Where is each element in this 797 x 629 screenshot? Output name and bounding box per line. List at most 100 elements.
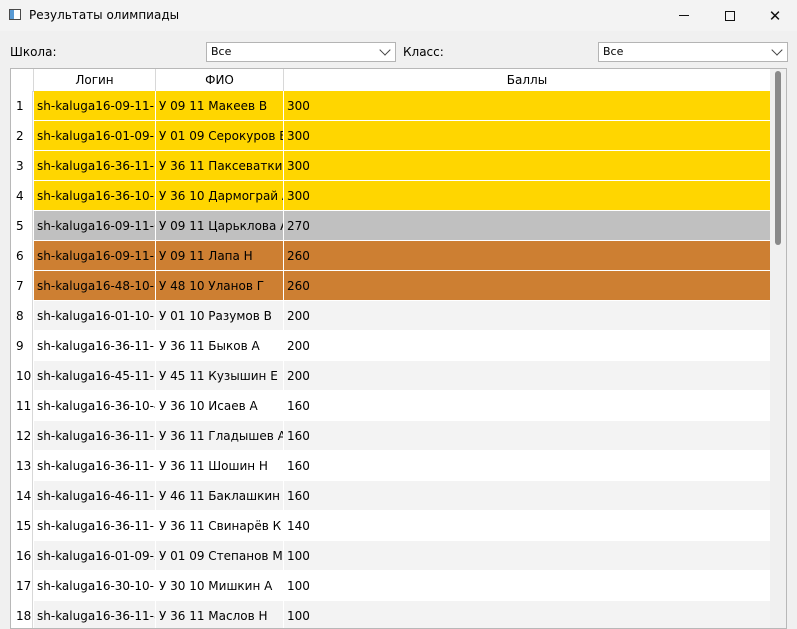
- scrollbar-thumb[interactable]: [775, 71, 781, 245]
- score-cell[interactable]: 160: [284, 451, 771, 481]
- login-cell[interactable]: sh-kaluga16-36-11-12: [34, 451, 156, 481]
- row-number[interactable]: 11: [11, 391, 33, 421]
- fio-cell[interactable]: У 01 10 Разумов В: [156, 301, 284, 331]
- login-cell[interactable]: sh-kaluga16-09-11-1: [34, 91, 156, 121]
- minimize-button[interactable]: [661, 0, 707, 31]
- fio-cell[interactable]: У 09 11 Царьклова А: [156, 211, 284, 241]
- fio-cell[interactable]: У 01 09 Серокуров Е: [156, 121, 284, 151]
- score-cell[interactable]: 100: [284, 571, 771, 601]
- table-row[interactable]: 2 sh-kaluga16-01-09-1 У 01 09 Серокуров Е3…: [11, 121, 771, 151]
- fio-cell[interactable]: У 36 11 Быков А: [156, 331, 284, 361]
- vertical-scrollbar[interactable]: [770, 69, 786, 628]
- score-cell[interactable]: 300: [284, 121, 771, 151]
- table-row[interactable]: 10 sh-kaluga16-45-11-1 У 45 11 Кузышин Е 20…: [11, 361, 771, 391]
- table-row[interactable]: 14 sh-kaluga16-46-11-1 У 46 11 Баклашкин М…: [11, 481, 771, 511]
- score-cell[interactable]: 160: [284, 481, 771, 511]
- table-row[interactable]: 15sh-kaluga16-36-11-11У 36 11 Свинарёв К…: [11, 511, 771, 541]
- close-button[interactable]: ✕: [752, 0, 797, 31]
- column-header-score[interactable]: Баллы: [284, 69, 771, 91]
- score-cell[interactable]: 200: [284, 331, 771, 361]
- maximize-button[interactable]: [707, 0, 753, 31]
- row-number[interactable]: 16: [11, 541, 33, 571]
- row-number[interactable]: 4: [11, 181, 33, 211]
- table-row[interactable]: 12 sh-kaluga16-36-11-3 У 36 11 Гладышев А1…: [11, 421, 771, 451]
- fio-cell[interactable]: У 36 11 Маслов Н: [156, 601, 284, 628]
- fio-cell[interactable]: У 48 10 Уланов Г: [156, 271, 284, 301]
- fio-cell[interactable]: У 36 11 Паксеваткин А: [156, 151, 284, 181]
- row-number[interactable]: 14: [11, 481, 33, 511]
- table-row[interactable]: 6 sh-kaluga16-09-11-2 У 09 11 Лапа Н 260: [11, 241, 771, 271]
- score-cell[interactable]: 270: [284, 211, 771, 241]
- row-number[interactable]: 7: [11, 271, 33, 301]
- table-row[interactable]: 17 sh-kaluga16-30-10-1 У 30 10 Мишкин А 100: [11, 571, 771, 601]
- score-cell[interactable]: 300: [284, 151, 771, 181]
- row-number[interactable]: 5: [11, 211, 33, 241]
- row-number[interactable]: 8: [11, 301, 33, 331]
- score-cell[interactable]: 300: [284, 91, 771, 121]
- login-cell[interactable]: sh-kaluga16-36-11-3: [34, 421, 156, 451]
- score-cell[interactable]: 100: [284, 541, 771, 571]
- row-number[interactable]: 13: [11, 451, 33, 481]
- fio-cell[interactable]: У 36 10 Исаев А: [156, 391, 284, 421]
- login-cell[interactable]: sh-kaluga16-09-11-2: [34, 241, 156, 271]
- login-cell[interactable]: sh-kaluga16-01-09-1: [34, 121, 156, 151]
- fio-cell[interactable]: У 09 11 Лапа Н: [156, 241, 284, 271]
- column-header-login[interactable]: Логин: [34, 69, 156, 91]
- score-cell[interactable]: 100: [284, 601, 771, 628]
- table-row[interactable]: 4 sh-kaluga16-36-10-2 У 36 10 Дармограй А3…: [11, 181, 771, 211]
- score-cell[interactable]: 300: [284, 181, 771, 211]
- score-cell[interactable]: 160: [284, 391, 771, 421]
- login-cell[interactable]: sh-kaluga16-36-10-2: [34, 181, 156, 211]
- corner-cell[interactable]: [11, 69, 34, 91]
- class-select[interactable]: Все: [598, 42, 788, 62]
- fio-cell[interactable]: У 01 09 Степанов М: [156, 541, 284, 571]
- login-cell[interactable]: sh-kaluga16-46-11-1: [34, 481, 156, 511]
- table-row[interactable]: 18 sh-kaluga16-36-11-8 У 36 11 Маслов Н 100: [11, 601, 771, 628]
- row-number[interactable]: 1: [11, 91, 33, 121]
- table-row[interactable]: 7 sh-kaluga16-48-10-1 У 48 10 Уланов Г 260: [11, 271, 771, 301]
- row-number[interactable]: 12: [11, 421, 33, 451]
- row-number[interactable]: 6: [11, 241, 33, 271]
- fio-cell[interactable]: У 30 10 Мишкин А: [156, 571, 284, 601]
- table-row[interactable]: 9 sh-kaluga16-36-11-1 У 36 11 Быков А 200: [11, 331, 771, 361]
- score-cell[interactable]: 200: [284, 301, 771, 331]
- login-cell[interactable]: sh-kaluga16-45-11-1: [34, 361, 156, 391]
- table-row[interactable]: 3sh-kaluga16-36-11-10У 36 11 Паксеваткин…: [11, 151, 771, 181]
- fio-cell[interactable]: У 36 11 Шошин Н: [156, 451, 284, 481]
- table-row[interactable]: 1 sh-kaluga16-09-11-1 У 09 11 Макеев В 300: [11, 91, 771, 121]
- fio-cell[interactable]: У 09 11 Макеев В: [156, 91, 284, 121]
- login-cell[interactable]: sh-kaluga16-48-10-1: [34, 271, 156, 301]
- fio-cell[interactable]: У 36 11 Гладышев А: [156, 421, 284, 451]
- table-row[interactable]: 5 sh-kaluga16-09-11-6 У 09 11 Царьклова А2…: [11, 211, 771, 241]
- fio-cell[interactable]: У 45 11 Кузышин Е: [156, 361, 284, 391]
- score-cell[interactable]: 260: [284, 241, 771, 271]
- login-cell[interactable]: sh-kaluga16-36-11-1: [34, 331, 156, 361]
- row-number[interactable]: 10: [11, 361, 33, 391]
- row-number[interactable]: 3: [11, 151, 33, 181]
- fio-cell[interactable]: У 36 11 Свинарёв К: [156, 511, 284, 541]
- row-number[interactable]: 2: [11, 121, 33, 151]
- login-cell[interactable]: sh-kaluga16-30-10-1: [34, 571, 156, 601]
- table-row[interactable]: 11 sh-kaluga16-36-10-4 У 36 10 Исаев А 160: [11, 391, 771, 421]
- school-select[interactable]: Все: [206, 42, 396, 62]
- table-row[interactable]: 8 sh-kaluga16-01-10-1 У 01 10 Разумов В 200: [11, 301, 771, 331]
- fio-cell[interactable]: У 36 10 Дармограй А: [156, 181, 284, 211]
- row-number[interactable]: 18: [11, 601, 33, 628]
- row-number[interactable]: 15: [11, 511, 33, 541]
- fio-cell[interactable]: У 46 11 Баклашкин М: [156, 481, 284, 511]
- table-row[interactable]: 16 sh-kaluga16-01-09-2 У 01 09 Степанов М1…: [11, 541, 771, 571]
- login-cell[interactable]: sh-kaluga16-01-10-1: [34, 301, 156, 331]
- score-cell[interactable]: 140: [284, 511, 771, 541]
- login-cell[interactable]: sh-kaluga16-09-11-6: [34, 211, 156, 241]
- login-cell[interactable]: sh-kaluga16-36-11-11: [34, 511, 156, 541]
- score-cell[interactable]: 200: [284, 361, 771, 391]
- score-cell[interactable]: 160: [284, 421, 771, 451]
- row-number[interactable]: 17: [11, 571, 33, 601]
- score-cell[interactable]: 260: [284, 271, 771, 301]
- column-header-fio[interactable]: ФИО: [156, 69, 284, 91]
- login-cell[interactable]: sh-kaluga16-36-11-10: [34, 151, 156, 181]
- row-number[interactable]: 9: [11, 331, 33, 361]
- login-cell[interactable]: sh-kaluga16-36-10-4: [34, 391, 156, 421]
- login-cell[interactable]: sh-kaluga16-01-09-2: [34, 541, 156, 571]
- login-cell[interactable]: sh-kaluga16-36-11-8: [34, 601, 156, 628]
